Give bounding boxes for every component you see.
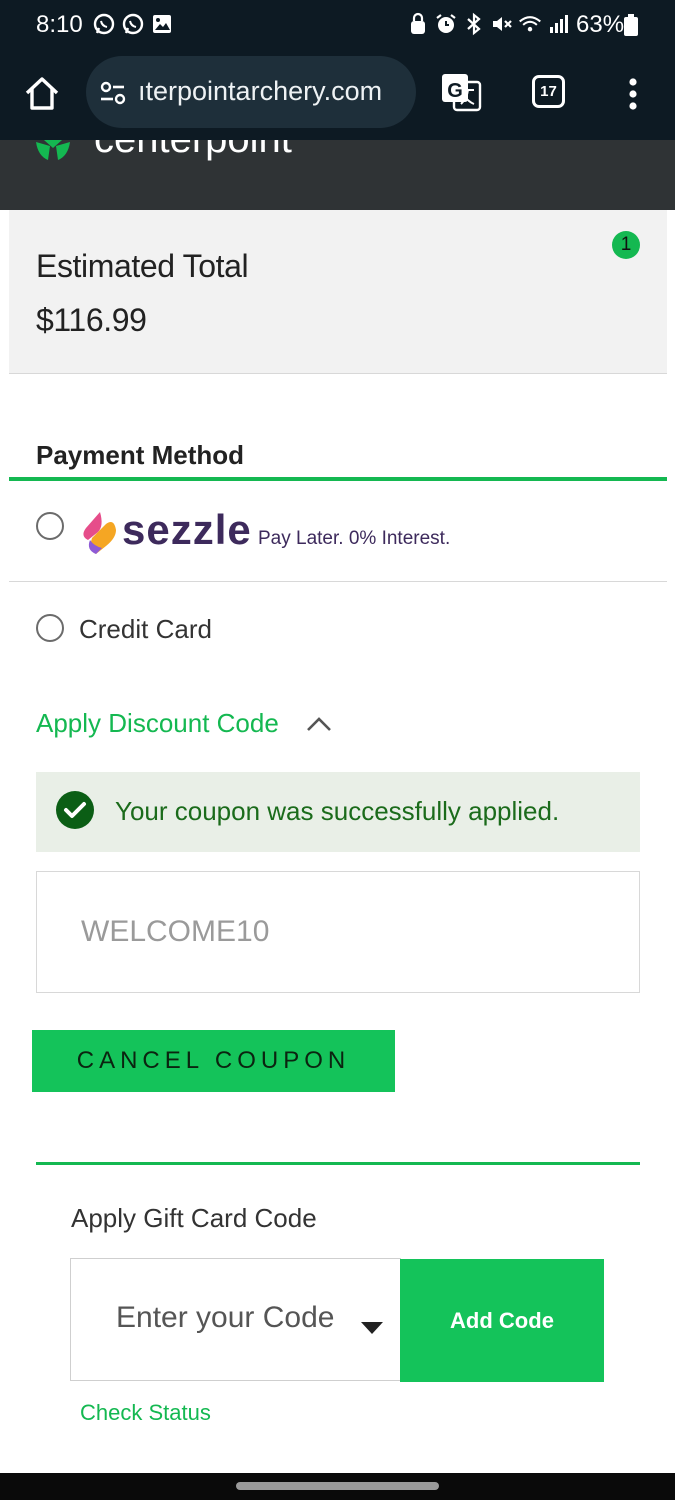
payment-method-heading: Payment Method — [36, 440, 245, 470]
credit-card-radio[interactable] — [36, 614, 64, 642]
site-header: centerpoint — [0, 140, 675, 210]
url-text[interactable]: ıterpointarchery.com — [138, 76, 406, 107]
gift-card-placeholder[interactable]: Enter your Code — [116, 1301, 334, 1335]
tabs-icon[interactable]: 17 — [532, 75, 565, 108]
checkout-page: 8:10 63% ıterpointarchery.com G 17 cente… — [0, 0, 675, 1500]
order-summary[interactable]: Estimated Total $116.99 1 — [9, 210, 667, 374]
chevron-up-icon[interactable] — [306, 714, 332, 734]
whatsapp-icon — [92, 12, 116, 36]
estimated-total-label: Estimated Total — [36, 248, 249, 284]
gallery-icon — [150, 12, 174, 36]
battery-icon — [624, 14, 638, 36]
site-settings-icon[interactable] — [98, 78, 128, 108]
dropdown-arrow-icon[interactable] — [361, 1321, 383, 1334]
alarm-icon — [434, 12, 458, 36]
coupon-success-message: Your coupon was successfully applied. — [36, 772, 640, 852]
whatsapp-icon — [121, 12, 145, 36]
system-nav-bar — [0, 1473, 675, 1500]
site-logo-text: centerpoint — [94, 140, 292, 161]
wifi-icon — [518, 12, 542, 36]
sezzle-wordmark: sezzle — [122, 506, 252, 553]
menu-icon[interactable] — [620, 74, 646, 114]
site-logo[interactable]: centerpoint — [34, 140, 334, 167]
status-bar: 8:10 63% — [0, 0, 675, 52]
bluetooth-icon — [462, 12, 486, 36]
add-code-button[interactable]: Add Code — [400, 1259, 604, 1382]
translate-icon[interactable]: G — [440, 72, 482, 112]
coupon-success-text: Your coupon was successfully applied. — [115, 796, 560, 826]
gift-card-heading: Apply Gift Card Code — [71, 1203, 317, 1233]
mute-icon — [490, 12, 514, 36]
apply-discount-toggle[interactable]: Apply Discount Code — [36, 708, 279, 739]
sezzle-radio[interactable] — [36, 512, 64, 540]
lock-icon — [406, 12, 430, 36]
gift-card-divider — [36, 1162, 640, 1165]
home-gesture-handle[interactable] — [236, 1482, 439, 1490]
payment-heading-divider — [9, 477, 667, 481]
estimated-total-value: $116.99 — [36, 302, 147, 338]
signal-icon — [546, 12, 570, 36]
sezzle-tagline: Pay Later. 0% Interest. — [258, 528, 451, 549]
address-bar[interactable]: ıterpointarchery.com — [86, 56, 416, 128]
status-time: 8:10 — [36, 11, 83, 38]
browser-toolbar: ıterpointarchery.com G 17 — [0, 52, 675, 140]
battery-percent: 63% — [576, 11, 625, 38]
svg-text:G: G — [447, 80, 463, 102]
cart-count-badge: 1 — [612, 231, 640, 259]
credit-card-label[interactable]: Credit Card — [79, 614, 212, 645]
gift-card-code-field[interactable]: Enter your Code — [70, 1258, 401, 1381]
check-circle-icon — [56, 791, 94, 829]
payment-option-divider — [9, 581, 667, 582]
coupon-code-input[interactable] — [36, 871, 640, 993]
home-icon[interactable] — [22, 74, 62, 114]
cancel-coupon-button[interactable]: CANCEL COUPON — [32, 1030, 395, 1092]
check-status-link[interactable]: Check Status — [80, 1400, 211, 1426]
sezzle-logo-icon — [83, 512, 116, 554]
